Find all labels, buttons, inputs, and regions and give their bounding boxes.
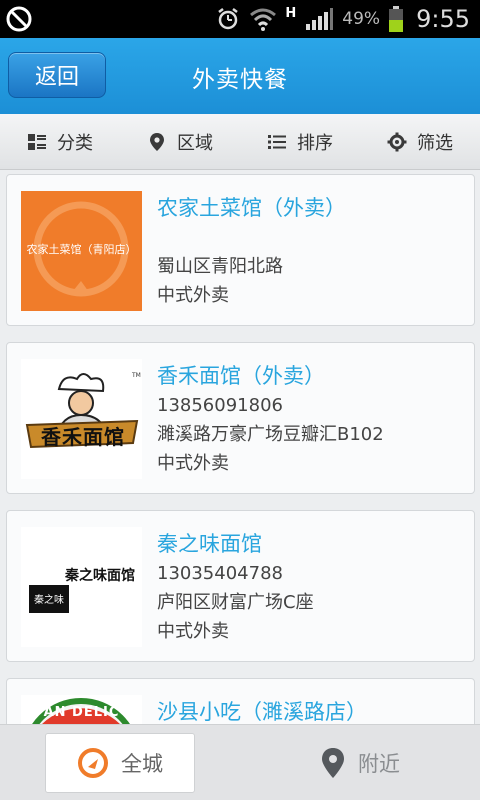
filter-sort[interactable]: 排序	[240, 114, 360, 169]
grid-icon	[28, 133, 46, 150]
filter-screen-label: 筛选	[417, 132, 453, 154]
restaurant-address: 庐阳区财富广场C座	[157, 592, 314, 613]
logo-text: 香禾面馆	[41, 425, 125, 449]
restaurant-logo: 农家土菜馆（青阳店）	[21, 191, 142, 311]
filter-screen[interactable]: 筛选	[360, 114, 480, 169]
battery-icon	[389, 6, 404, 32]
logo-seal-text: 秦之味	[34, 595, 64, 606]
signal-icon	[306, 8, 334, 30]
restaurant-logo: 秦之味 秦之味面馆	[21, 527, 142, 647]
list-icon	[268, 134, 286, 149]
filter-category-label: 分类	[57, 132, 93, 154]
wifi-icon	[250, 8, 277, 31]
network-type: H	[285, 5, 297, 21]
filter-area[interactable]: 区域	[120, 114, 240, 169]
svg-text:TM: TM	[131, 372, 141, 379]
restaurant-logo: TM 香禾面馆	[21, 359, 142, 479]
blocked-icon	[6, 6, 32, 32]
chef-logo-icon: TM	[25, 372, 141, 449]
restaurant-category: 中式外卖	[157, 621, 229, 642]
restaurant-card[interactable]: 秦之味 秦之味面馆 秦之味面馆 13035404788 庐阳区财富广场C座 中式…	[6, 510, 475, 662]
logo-text: AN DELIC	[43, 705, 120, 720]
filter-area-label: 区域	[177, 132, 213, 154]
restaurant-card[interactable]: 农家土菜馆（青阳店） 农家土菜馆（外卖） 蜀山区青阳北路 中式外卖	[6, 174, 475, 326]
tab-nearby-label: 附近	[358, 752, 400, 776]
alarm-icon	[218, 8, 239, 30]
seal-logo-icon	[29, 585, 69, 613]
restaurant-category: 中式外卖	[157, 285, 229, 306]
restaurant-name: 农家土菜馆（外卖）	[157, 196, 346, 220]
location-pin-icon	[322, 748, 344, 778]
restaurant-name: 沙县小吃（濉溪路店）	[157, 700, 367, 724]
logo-text: 秦之味面馆	[65, 568, 135, 584]
status-bar: H 49% 9:55	[0, 0, 480, 38]
logo-text: 农家土菜馆（青阳店）	[26, 243, 137, 256]
restaurant-name: 秦之味面馆	[157, 532, 262, 556]
city-icon	[78, 748, 108, 778]
bottom-nav: 全城 附近	[0, 724, 480, 800]
tab-nearby[interactable]: 附近	[285, 733, 435, 793]
restaurant-address: 蜀山区青阳北路	[157, 256, 283, 277]
tab-city[interactable]: 全城	[45, 733, 195, 793]
location-pin-icon	[150, 132, 164, 151]
restaurant-card[interactable]: AN DELIC 沙县小吃（濉溪路店）	[6, 678, 475, 724]
tab-city-label: 全城	[121, 752, 163, 776]
filter-category[interactable]: 分类	[0, 114, 120, 169]
clock: 9:55	[416, 5, 470, 33]
filter-bar: 分类 区域 排序 筛选	[0, 114, 480, 170]
restaurant-address: 濉溪路万豪广场豆瓣汇B102	[157, 424, 384, 445]
restaurant-card[interactable]: TM 香禾面馆 香禾面馆（外卖） 13856091806 濉溪路万豪广场豆瓣汇B…	[6, 342, 475, 494]
filter-sort-label: 排序	[297, 132, 333, 154]
page-title: 外卖快餐	[192, 67, 288, 93]
restaurant-phone: 13856091806	[157, 395, 283, 416]
restaurant-category: 中式外卖	[157, 453, 229, 474]
restaurant-list: 农家土菜馆（青阳店） 农家土菜馆（外卖） 蜀山区青阳北路 中式外卖 TM 香禾面…	[0, 170, 480, 724]
battery-percent: 49%	[342, 9, 381, 29]
restaurant-phone: 13035404788	[157, 563, 283, 584]
restaurant-logo: AN DELIC	[21, 695, 142, 724]
restaurant-phone	[157, 223, 466, 252]
title-bar: 返回 外卖快餐	[0, 38, 480, 114]
gear-icon	[387, 132, 407, 151]
restaurant-name: 香禾面馆（外卖）	[157, 364, 325, 388]
